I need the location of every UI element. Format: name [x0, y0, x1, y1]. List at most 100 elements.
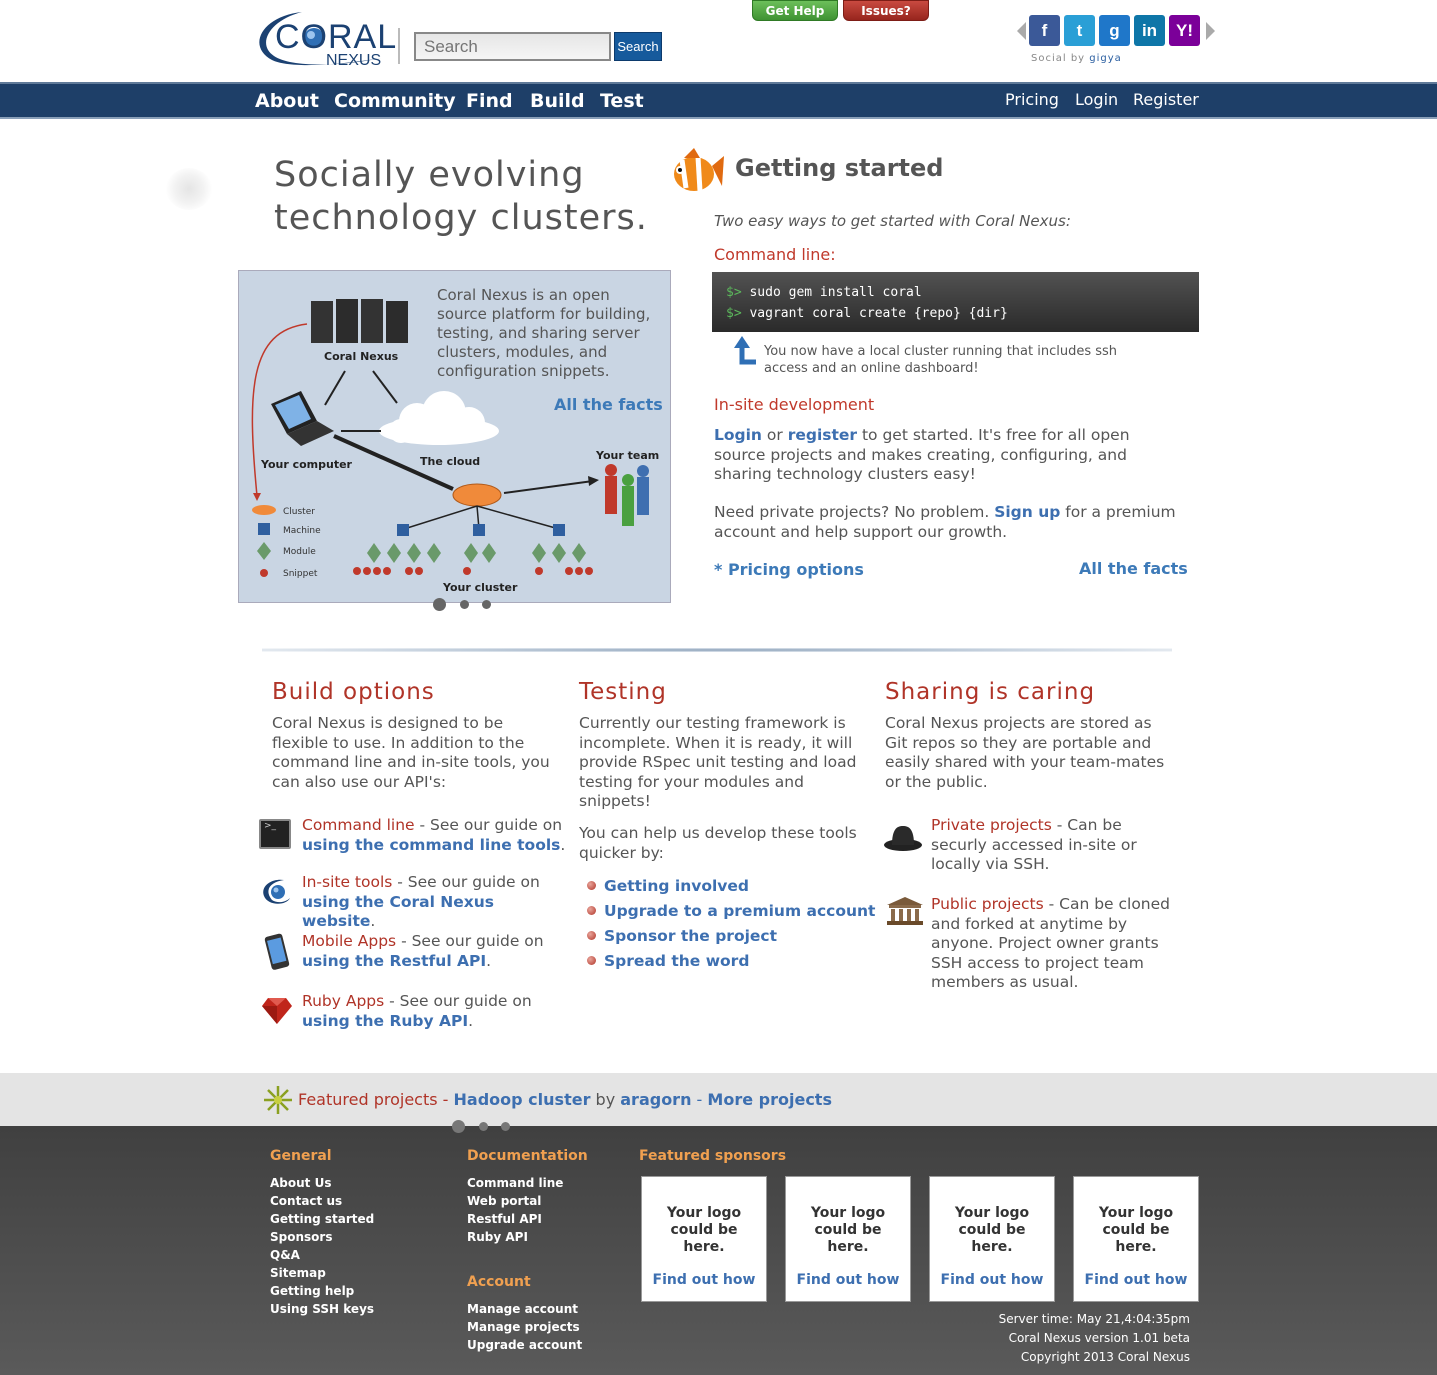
yahoo-icon[interactable]: Y!: [1169, 15, 1200, 46]
sharing-intro: Coral Nexus projects are stored as Git r…: [885, 714, 1165, 791]
featured-dot-active[interactable]: [452, 1120, 465, 1133]
register-link[interactable]: register: [788, 426, 857, 444]
login-link[interactable]: Login: [714, 426, 762, 444]
server-time: Server time: May 21,4:04:35pm: [998, 1312, 1190, 1326]
testing-help: You can help us develop these tools quic…: [579, 824, 857, 862]
bullet-icon: [587, 906, 596, 915]
sponsor-box: Your logo could be here. Find out how: [641, 1176, 767, 1302]
command-text-1: sudo gem install coral: [749, 285, 922, 300]
nav-about[interactable]: About: [255, 82, 319, 120]
nav-test[interactable]: Test: [600, 82, 644, 120]
linkedin-icon[interactable]: in: [1134, 15, 1165, 46]
getting-involved-link[interactable]: Getting involved: [604, 877, 749, 895]
footer-link[interactable]: Using SSH keys: [270, 1300, 374, 1318]
footer-link[interactable]: Web portal: [467, 1192, 563, 1210]
testing-help-list: Getting involved Upgrade to a premium ac…: [587, 874, 877, 974]
get-help-tab[interactable]: Get Help: [752, 0, 838, 21]
pricing-options-link[interactable]: * Pricing options: [714, 560, 864, 579]
footer-link[interactable]: Manage projects: [467, 1318, 582, 1336]
carousel-dot[interactable]: [482, 600, 491, 609]
sign-up-link[interactable]: Sign up: [994, 503, 1060, 521]
footer-link[interactable]: Command line: [467, 1174, 563, 1192]
main-nav: [0, 82, 1437, 119]
carousel-dot[interactable]: [460, 600, 469, 609]
private-paragraph: Need private projects? No problem. Sign …: [714, 503, 1184, 542]
social-label: Social by: [1031, 53, 1086, 64]
footer-link[interactable]: Getting started: [270, 1210, 374, 1228]
sponsor-find-out-link[interactable]: Find out how: [786, 1272, 910, 1288]
legend-module: Module: [283, 547, 316, 557]
server-rack-icon: [311, 299, 408, 343]
public-projects-title: Public projects: [931, 895, 1044, 913]
featured-dot[interactable]: [501, 1122, 510, 1131]
coral-globe-icon: [260, 876, 292, 906]
insite-option-title[interactable]: In-site tools: [302, 873, 392, 891]
restful-api-guide-link[interactable]: using the Restful API: [302, 952, 486, 970]
nav-find[interactable]: Find: [466, 82, 513, 120]
featured-project-link[interactable]: Hadoop cluster: [454, 1090, 591, 1109]
spread-word-link[interactable]: Spread the word: [604, 952, 749, 970]
list-item: Upgrade to a premium account: [587, 899, 877, 924]
sponsor-find-out-link[interactable]: Find out how: [1074, 1272, 1198, 1288]
footer-link[interactable]: About Us: [270, 1174, 374, 1192]
the-cloud-label: The cloud: [420, 455, 480, 468]
team-icon: [605, 464, 649, 526]
social-prev-icon[interactable]: [1017, 22, 1026, 40]
facebook-icon[interactable]: f: [1029, 15, 1060, 46]
sponsor-box: Your logo could be here. Find out how: [1073, 1176, 1199, 1302]
prompt-icon: $>: [726, 306, 742, 321]
insite-guide-link[interactable]: using the Coral Nexus website: [302, 893, 494, 931]
all-facts-link[interactable]: All the facts: [554, 395, 663, 414]
all-facts-link-2[interactable]: All the facts: [1079, 559, 1188, 578]
sponsor-find-out-link[interactable]: Find out how: [930, 1272, 1054, 1288]
coral-nexus-label: Coral Nexus: [324, 350, 399, 363]
nav-build[interactable]: Build: [530, 82, 585, 120]
featured-dot[interactable]: [479, 1122, 488, 1131]
google-icon[interactable]: g: [1099, 15, 1130, 46]
twitter-icon[interactable]: t: [1064, 15, 1095, 46]
logo-subtext: NEXUS: [326, 52, 382, 69]
issues-tab[interactable]: Issues?: [843, 0, 929, 21]
footer-link[interactable]: Getting help: [270, 1282, 374, 1300]
command-line-option-title[interactable]: Command line: [302, 816, 415, 834]
ruby-option-title[interactable]: Ruby Apps: [302, 992, 384, 1010]
getting-started-title: Getting started: [735, 154, 944, 182]
footer-link[interactable]: Restful API: [467, 1210, 563, 1228]
sponsor-find-out-link[interactable]: Find out how: [642, 1272, 766, 1288]
footer-link[interactable]: Q&A: [270, 1246, 374, 1264]
private-projects-item: Private projects - Can be securly access…: [931, 816, 1171, 875]
nav-register[interactable]: Register: [1133, 82, 1199, 118]
option-end: .: [560, 835, 566, 854]
footer-link[interactable]: Ruby API: [467, 1228, 563, 1246]
footer-link[interactable]: Manage account: [467, 1300, 582, 1318]
command-line-guide-link[interactable]: using the command line tools: [302, 836, 560, 854]
mobile-option-title[interactable]: Mobile Apps: [302, 932, 396, 950]
footer-link[interactable]: Upgrade account: [467, 1336, 582, 1354]
more-projects-link[interactable]: More projects: [707, 1090, 832, 1109]
gigya-link[interactable]: gigya: [1089, 53, 1122, 64]
insite-heading: In-site development: [714, 395, 875, 414]
footer-link[interactable]: Sponsors: [270, 1228, 374, 1246]
nav-pricing[interactable]: Pricing: [1005, 82, 1059, 118]
nav-login[interactable]: Login: [1075, 82, 1118, 118]
option-end: .: [486, 951, 492, 970]
upgrade-premium-link[interactable]: Upgrade to a premium account: [604, 902, 875, 920]
sharing-title: Sharing is caring: [885, 679, 1096, 705]
nav-community[interactable]: Community: [334, 82, 456, 120]
list-item: Spread the word: [587, 949, 877, 974]
social-next-icon[interactable]: [1206, 22, 1215, 40]
search-button[interactable]: Search: [614, 32, 662, 61]
your-team-label: Your team: [595, 449, 659, 462]
featured-author-link[interactable]: aragorn: [620, 1090, 691, 1109]
footer-link[interactable]: Sitemap: [270, 1264, 374, 1282]
sponsor-project-link[interactable]: Sponsor the project: [604, 927, 777, 945]
featured-sponsors-title: Featured sponsors: [639, 1148, 787, 1164]
build-option-mobile: Mobile Apps - See our guide on using the…: [302, 932, 567, 971]
carousel-dot-active[interactable]: [433, 598, 446, 611]
ruby-api-guide-link[interactable]: using the Ruby API: [302, 1012, 468, 1030]
footer-general-title: General: [270, 1148, 332, 1164]
search-input[interactable]: [414, 32, 611, 61]
terminal-icon: >_: [259, 819, 291, 849]
legend-snippet: Snippet: [283, 569, 318, 579]
footer-link[interactable]: Contact us: [270, 1192, 374, 1210]
